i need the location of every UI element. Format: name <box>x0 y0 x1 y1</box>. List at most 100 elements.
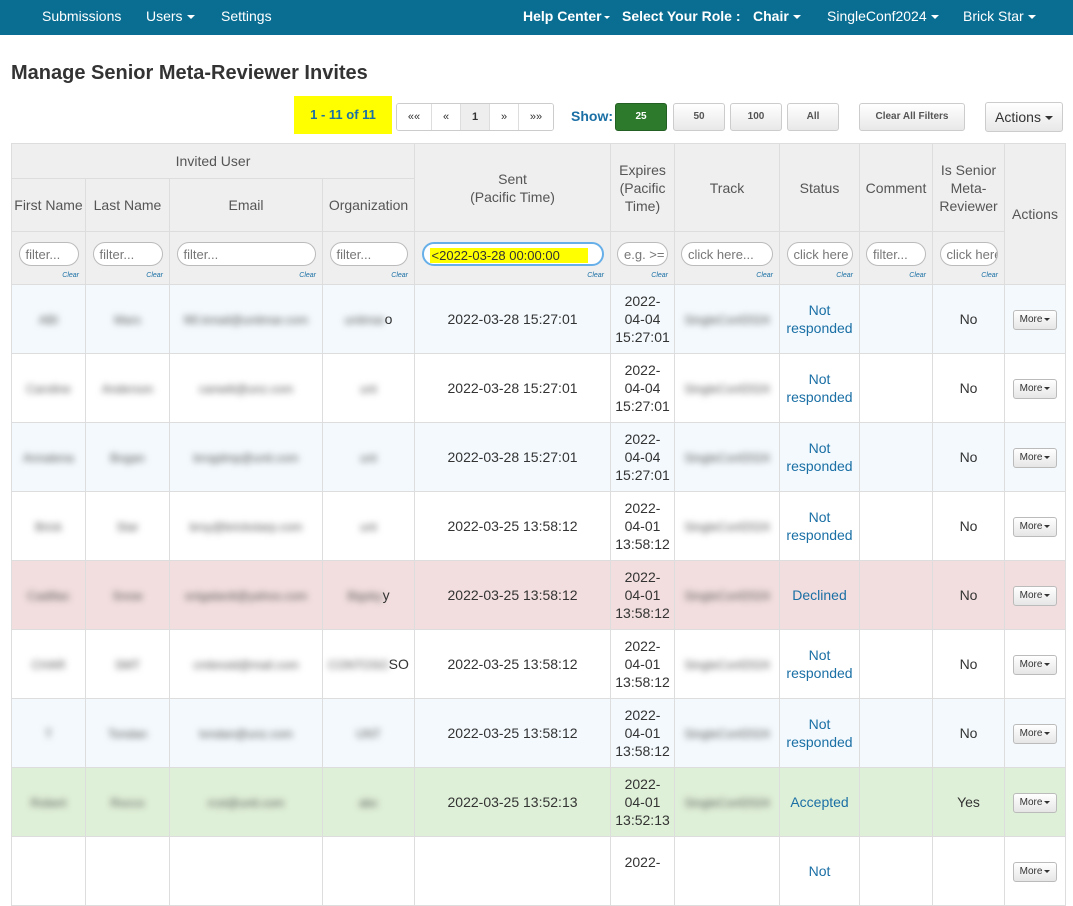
cell-organization: unt <box>321 422 416 492</box>
cell-actions: More <box>1004 491 1067 561</box>
filter-track[interactable]: click here... <box>681 242 774 266</box>
expires-date: 04-01 <box>624 794 661 810</box>
cell-email: fil0.kmail@unitmar.com <box>169 284 323 354</box>
more-button[interactable]: More <box>1013 310 1058 330</box>
clear-filter-link[interactable]: Clear <box>909 272 926 279</box>
header-status[interactable]: Status <box>779 143 861 232</box>
email-text: canwiti@unz.com <box>198 381 294 396</box>
cell-actions: More <box>1004 560 1067 630</box>
header-organization[interactable]: Organization <box>321 178 416 232</box>
clear-filter-link[interactable]: Clear <box>299 272 316 279</box>
header-expires[interactable]: Expires (Pacific Time) <box>610 143 676 232</box>
header-last-name[interactable]: Last Name <box>85 178 170 232</box>
filter-cell: <2022-03-28 00:00:00 Clear <box>414 231 612 285</box>
user-dropdown[interactable]: Brick Star <box>963 0 1036 35</box>
expires-time: 15:27:01 <box>615 398 670 414</box>
nav-submissions[interactable]: Submissions <box>42 0 121 35</box>
more-button[interactable]: More <box>1013 448 1058 468</box>
more-button[interactable]: More <box>1013 655 1058 675</box>
more-label: More <box>1019 452 1043 463</box>
filter-status[interactable]: click here <box>786 242 853 266</box>
actions-button[interactable]: Actions <box>985 102 1063 132</box>
cell-sent: 2022-03-25 13:58:12 <box>414 698 612 768</box>
expires-date: 04-04 <box>624 380 661 396</box>
clear-filter-link[interactable]: Clear <box>587 272 604 279</box>
nav-settings[interactable]: Settings <box>221 0 272 35</box>
filter-first-name[interactable]: filter... <box>18 242 79 266</box>
header-is-senior[interactable]: Is Senior Meta-Reviewer <box>932 143 1006 232</box>
cell-actions: More <box>1004 284 1067 354</box>
track-text: SingleConf2024 <box>684 450 770 465</box>
header-first-name[interactable]: First Name <box>11 178 86 232</box>
clear-filter-link[interactable]: Clear <box>836 272 853 279</box>
filter-is-senior[interactable]: click here <box>939 242 998 266</box>
filter-last-name[interactable]: filter... <box>92 242 163 266</box>
first-name-text: Annalena <box>23 450 74 465</box>
more-button[interactable]: More <box>1013 724 1058 744</box>
pager-prev[interactable]: « <box>431 104 460 130</box>
cell-organization: unitmaro <box>321 284 416 354</box>
filter-cell: e.g. >= Clear <box>610 231 676 285</box>
cell-organization: unt <box>321 491 416 561</box>
more-button[interactable]: More <box>1013 379 1058 399</box>
header-email[interactable]: Email <box>169 178 323 232</box>
show-50-button[interactable]: 50 <box>673 103 725 131</box>
header-track[interactable]: Track <box>674 143 781 232</box>
top-nav: Submissions Users Settings Help Center S… <box>0 0 1073 35</box>
cell-is-senior: No <box>932 629 1006 699</box>
show-all-button[interactable]: All <box>787 103 839 131</box>
clear-filter-link[interactable]: Clear <box>651 272 668 279</box>
cell-sent: 2022-03-25 13:58:12 <box>414 629 612 699</box>
cell-organization: UNT <box>321 698 416 768</box>
role-label: Chair <box>753 8 789 24</box>
nav-help-center[interactable]: Help Center <box>523 0 610 35</box>
organization-text: unt <box>360 381 377 396</box>
table-row: Brick Star brsy@brickstarp.com unt 2022-03-2… <box>11 491 1067 561</box>
role-dropdown[interactable]: Chair <box>753 0 801 35</box>
header-comment[interactable]: Comment <box>859 143 934 232</box>
clear-filter-link[interactable]: Clear <box>981 272 998 279</box>
cell-last-name: Bogan <box>85 422 170 492</box>
status-text: Not responded <box>786 647 853 681</box>
cell-first-name: Robert <box>11 767 86 837</box>
cell-comment <box>859 767 934 837</box>
cell-last-name: Anderson <box>85 353 170 423</box>
clear-filter-link[interactable]: Clear <box>756 272 773 279</box>
clear-filter-link[interactable]: Clear <box>391 272 408 279</box>
pager-page-1[interactable]: 1 <box>460 104 489 130</box>
cell-last-name: Mars <box>85 284 170 354</box>
cell-actions: More <box>1004 353 1067 423</box>
cell-organization: unt <box>321 353 416 423</box>
more-button[interactable]: More <box>1013 517 1058 537</box>
more-button[interactable]: More <box>1013 862 1058 882</box>
filter-sent[interactable]: <2022-03-28 00:00:00 <box>421 242 604 266</box>
filter-comment[interactable]: filter... <box>866 242 927 266</box>
actions-label: Actions <box>995 109 1041 125</box>
email-text: tvndan@unz.com <box>199 726 293 741</box>
clear-all-filters-button[interactable]: Clear All Filters <box>859 103 965 131</box>
more-button[interactable]: More <box>1013 793 1058 813</box>
status-text: Not responded <box>786 509 853 543</box>
show-25-button[interactable]: 25 <box>615 103 667 131</box>
pager-last[interactable]: »» <box>518 104 553 130</box>
cell-organization: abc <box>321 767 416 837</box>
nav-users[interactable]: Users <box>146 0 195 35</box>
filter-email[interactable]: filter... <box>176 242 316 266</box>
pager-next[interactable]: » <box>489 104 518 130</box>
cell-track: SingleConf2024 <box>674 698 781 768</box>
organization-suffix: o <box>384 310 393 327</box>
pager-first[interactable]: «« <box>397 104 431 130</box>
expires-year: 2022- <box>624 638 661 654</box>
filter-organization[interactable]: filter... <box>329 242 408 266</box>
last-name-text: Tondan <box>107 726 148 741</box>
conference-dropdown[interactable]: SingleConf2024 <box>827 0 939 35</box>
organization-text: unt <box>360 450 377 465</box>
more-button[interactable]: More <box>1013 586 1058 606</box>
last-name-text: SMT <box>114 657 141 672</box>
filter-expires[interactable]: e.g. >= <box>617 242 669 266</box>
table-row: Caroline Anderson canwiti@unz.com unt 2022-0… <box>11 353 1067 423</box>
clear-filter-link[interactable]: Clear <box>62 272 79 279</box>
header-sent[interactable]: Sent (Pacific Time) <box>414 143 612 232</box>
clear-filter-link[interactable]: Clear <box>146 272 163 279</box>
show-100-button[interactable]: 100 <box>730 103 782 131</box>
